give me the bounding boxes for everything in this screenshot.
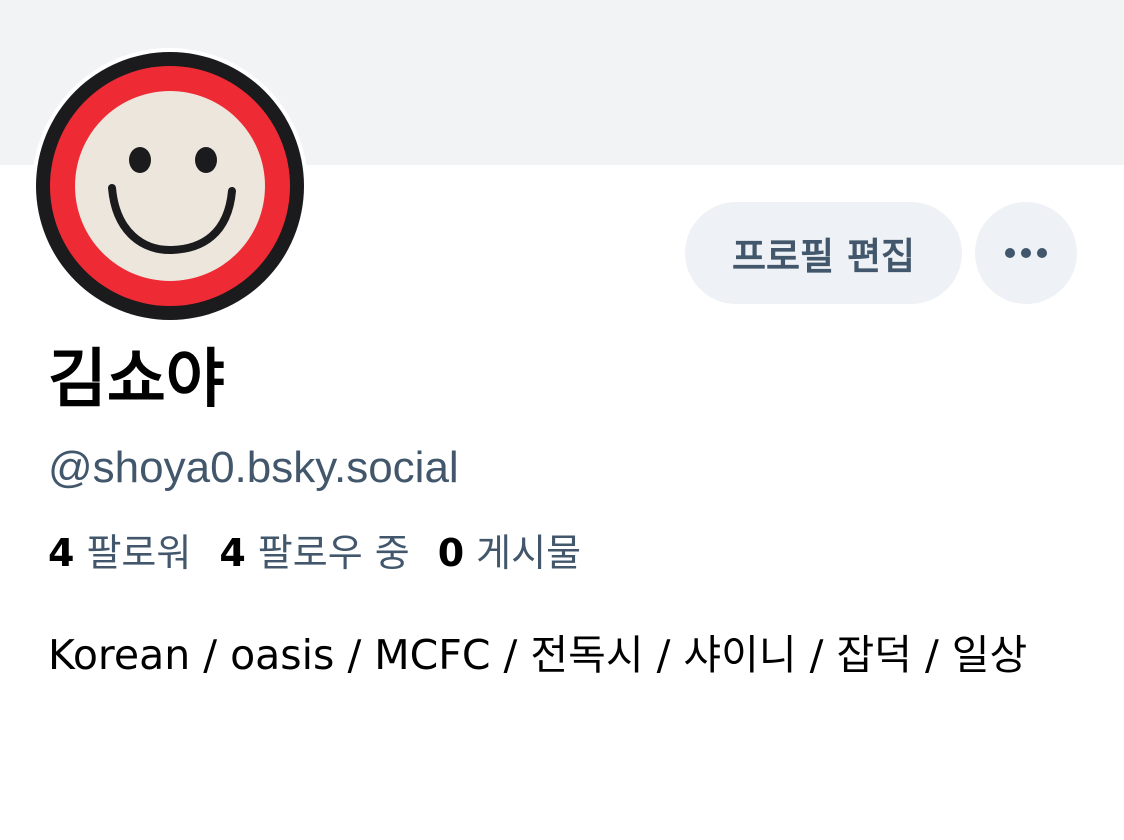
followers-count: 4 [48, 531, 75, 575]
avatar[interactable] [32, 48, 308, 324]
more-options-button[interactable] [975, 202, 1077, 304]
posts-count: 0 [437, 531, 465, 575]
posts-label: 게시물 [476, 531, 582, 575]
smiley-avatar-image [36, 52, 304, 320]
following-link[interactable]: 4 팔로우 중 [219, 524, 409, 582]
followers-link[interactable]: 4 팔로워 [48, 524, 191, 582]
display-name: 김쇼야 [48, 343, 225, 417]
profile-stats: 4 팔로워 4 팔로우 중 0 게시물 [48, 524, 609, 582]
followers-label: 팔로워 [86, 531, 192, 575]
following-count: 4 [219, 531, 246, 575]
ellipsis-icon [1005, 248, 1047, 258]
handle[interactable]: @shoya0.bsky.social [48, 440, 459, 496]
edit-profile-button[interactable]: 프로필 편집 [685, 202, 962, 304]
following-label: 팔로우 중 [257, 531, 410, 575]
posts-stat: 0 게시물 [438, 524, 581, 582]
profile-bio: Korean / oasis / MCFC / 전독시 / 샤이니 / 잡덕 /… [48, 631, 1028, 679]
